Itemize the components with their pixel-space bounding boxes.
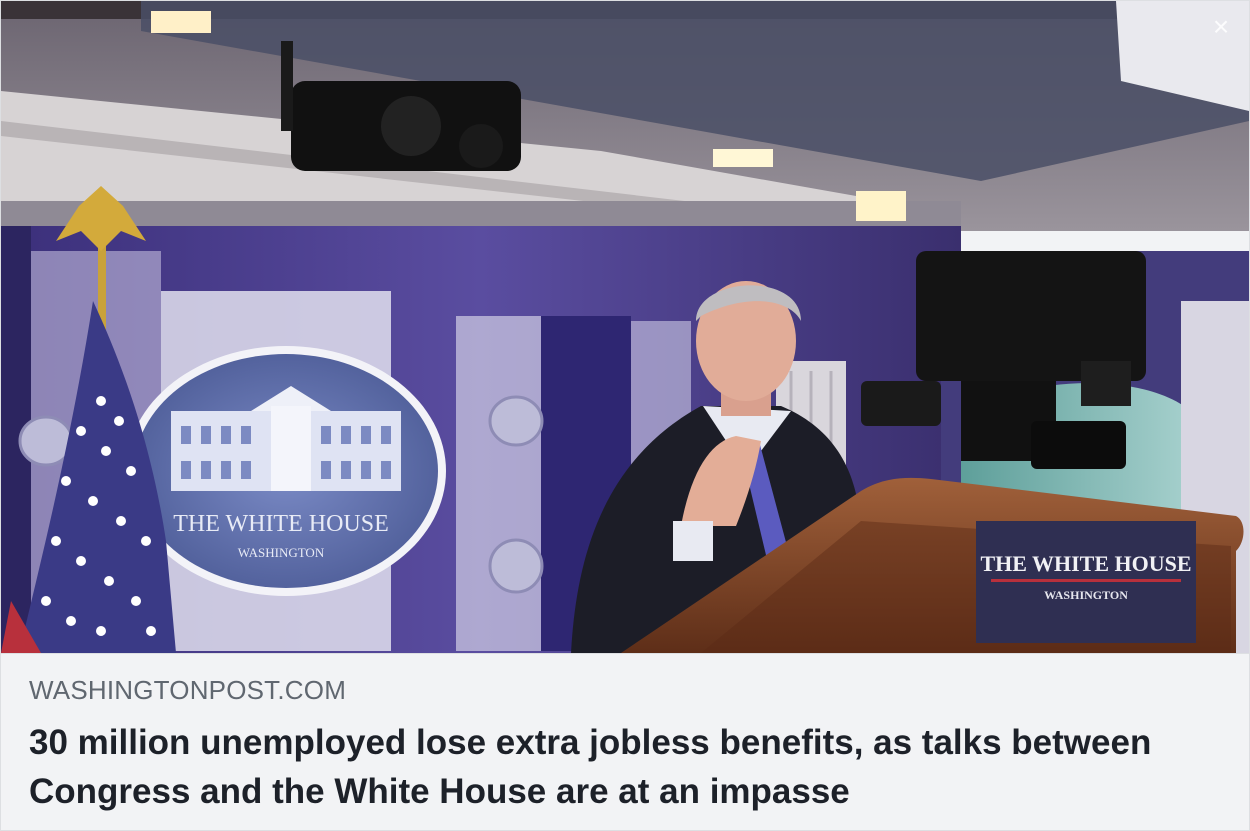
ceiling-light [856, 191, 906, 221]
article-photo[interactable]: THE WHITE HOUSE WASHINGTON THE WHITE HOU… [1, 1, 1249, 653]
ceiling-light [713, 149, 773, 167]
white-house-seal: THE WHITE HOUSE WASHINGTON [126, 346, 446, 596]
podium-subtitle: WASHINGTON [1044, 588, 1128, 602]
podium-title: THE WHITE HOUSE [980, 551, 1191, 576]
link-preview-meta[interactable]: WASHINGTONPOST.COM 30 million unemployed… [1, 653, 1249, 830]
seal-subtitle: WASHINGTON [238, 545, 325, 560]
source-domain: WASHINGTONPOST.COM [29, 675, 347, 705]
link-preview-card[interactable]: THE WHITE HOUSE WASHINGTON THE WHITE HOU… [0, 0, 1250, 831]
seal-title: THE WHITE HOUSE [173, 511, 389, 537]
close-icon[interactable]: × [1207, 13, 1235, 41]
ceiling-light [151, 11, 211, 33]
article-headline[interactable]: 30 million unemployed lose extra jobless… [29, 718, 1179, 816]
